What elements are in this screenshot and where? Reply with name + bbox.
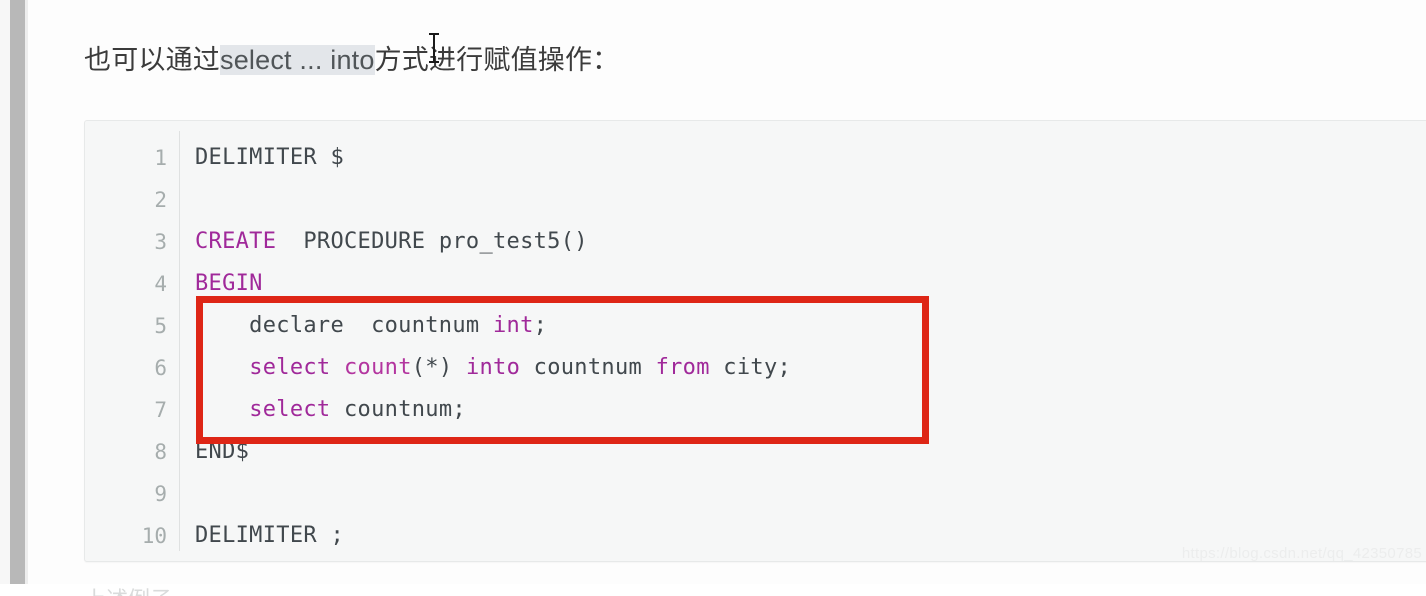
code-token-keyword: int xyxy=(493,313,534,338)
code-token-plain: ; xyxy=(533,313,548,338)
selected-text-highlight: select ... into xyxy=(220,45,375,75)
code-token-keyword: select xyxy=(249,355,331,380)
paragraph-suffix-text: 方式进行赋值操作： xyxy=(374,45,620,75)
code-line: 8 END$ xyxy=(85,431,1426,473)
cut-off-next-paragraph: 上述例子 xyxy=(84,582,172,596)
code-token-plain: DELIMITER ; xyxy=(195,523,344,548)
code-token-plain: END$ xyxy=(195,439,250,464)
code-token-keyword: select xyxy=(249,397,331,422)
code-token-plain: city; xyxy=(709,355,792,380)
code-token-plain: countnum xyxy=(520,355,656,380)
code-token-function: count xyxy=(344,355,412,380)
line-number: 1 xyxy=(154,146,167,170)
code-token-plain: countnum; xyxy=(330,397,466,422)
line-number: 7 xyxy=(154,398,167,422)
line-number: 5 xyxy=(154,314,167,338)
code-line: 2 xyxy=(85,179,1426,221)
code-line-source: DELIMITER ; xyxy=(195,515,344,557)
code-line-source: declare countnum int; xyxy=(195,305,547,347)
code-line-source: DELIMITER $ xyxy=(195,137,344,179)
line-number: 8 xyxy=(154,440,167,464)
code-line: 3 CREATE PROCEDURE pro_test5() xyxy=(85,221,1426,263)
line-number: 2 xyxy=(154,188,167,212)
code-token-plain: PROCEDURE pro_test5() xyxy=(276,229,588,254)
vertical-scrollbar-thumb[interactable] xyxy=(10,0,25,584)
code-token-keyword: into xyxy=(465,355,521,380)
article-content-area: 也可以通过select ... into方式进行赋值操作： 1 DELIMITER… xyxy=(28,0,1426,596)
code-line: 7 select countnum; xyxy=(85,389,1426,431)
code-line: 1 DELIMITER $ xyxy=(85,137,1426,179)
code-line-source: select count(*) into countnum from city; xyxy=(195,347,791,389)
line-number: 10 xyxy=(141,524,167,548)
code-token-plain: (*) xyxy=(411,355,466,380)
code-token-plain: DELIMITER $ xyxy=(195,145,344,170)
code-line: 6 select count(*) into countnum from cit… xyxy=(85,347,1426,389)
csdn-watermark: https://blog.csdn.net/qq_42350785 xyxy=(1181,545,1422,562)
line-number: 3 xyxy=(154,230,167,254)
code-token-keyword: from xyxy=(655,355,710,380)
code-token-keyword: BEGIN xyxy=(195,271,263,296)
code-token-plain: declare countnum xyxy=(195,313,493,338)
line-number: 4 xyxy=(154,272,167,296)
paragraph-prefix-text: 也可以通过 xyxy=(84,45,220,75)
code-block[interactable]: 1 DELIMITER $ 2 3 CREATE PROCEDURE pro_test5… xyxy=(84,120,1426,562)
code-line-source: CREATE PROCEDURE pro_test5() xyxy=(195,221,588,263)
line-number: 9 xyxy=(154,482,167,506)
code-line-source: select countnum; xyxy=(195,389,466,431)
browser-scrollbar-strip xyxy=(0,0,28,584)
code-line: 5 declare countnum int; xyxy=(85,305,1426,347)
code-line: 4 BEGIN xyxy=(85,263,1426,305)
intro-paragraph: 也可以通过select ... into方式进行赋值操作： xyxy=(84,40,619,80)
text-cursor-ibeam xyxy=(427,33,441,63)
code-lines-container: 1 DELIMITER $ 2 3 CREATE PROCEDURE pro_test5… xyxy=(85,137,1426,557)
code-token-keyword: CREATE xyxy=(195,229,277,254)
code-line-source: END$ xyxy=(195,431,249,473)
line-number: 6 xyxy=(154,356,167,380)
code-line: 9 xyxy=(85,473,1426,515)
code-line-source: BEGIN xyxy=(195,263,263,305)
